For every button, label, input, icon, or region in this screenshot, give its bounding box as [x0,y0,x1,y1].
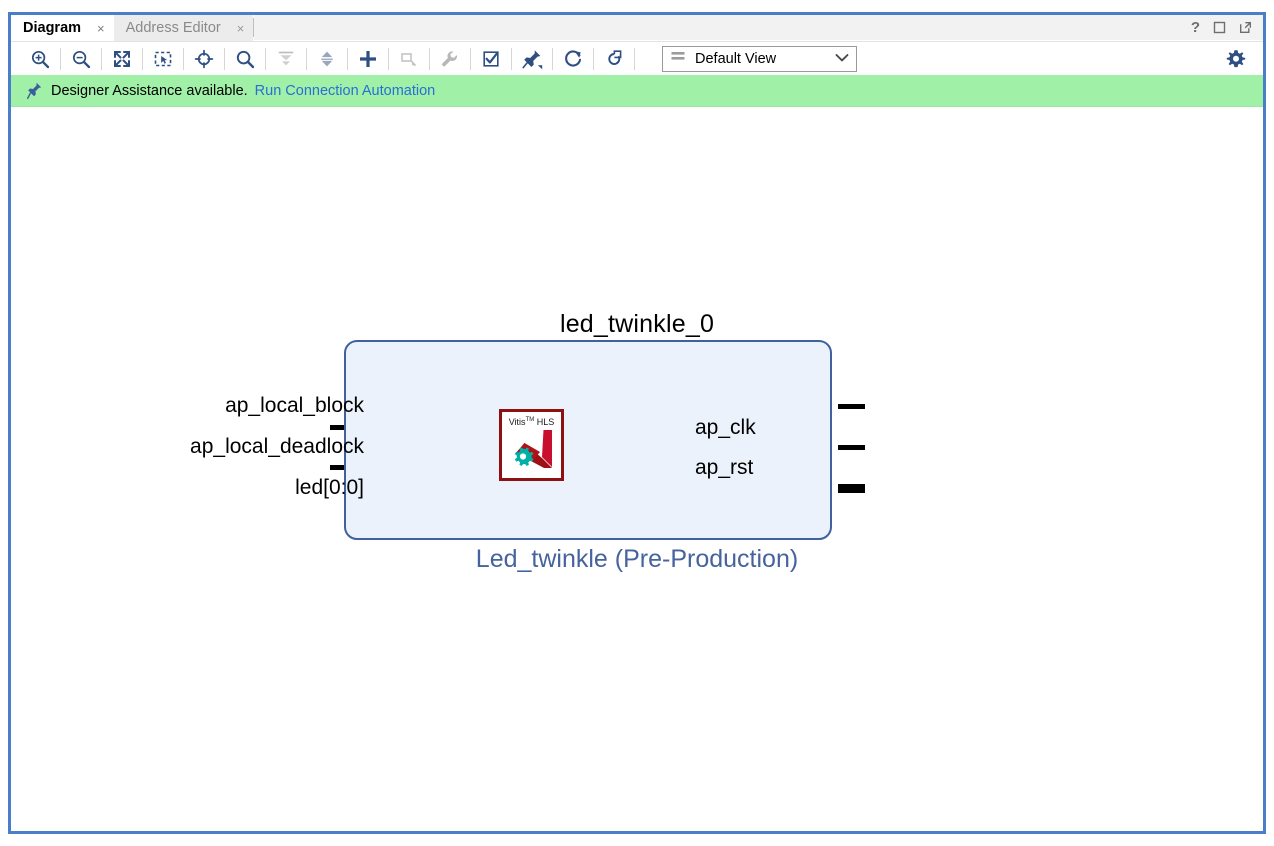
expand-collapse-icon[interactable] [312,45,342,73]
vitis-hls-logo-icon: VitisTM HLS [499,409,564,481]
banner-message: Designer Assistance available. [51,82,248,99]
port-label-ap-local-block: ap_local_block [225,394,364,417]
refresh-icon[interactable] [558,45,588,73]
toolbar-separator [552,47,553,70]
toolbar-separator [60,47,61,70]
toolbar-separator [142,47,143,70]
view-select-label: Default View [695,50,777,67]
diagram-canvas[interactable]: led_twinkle_0 VitisTM HLS ap_clk ap_rst … [11,107,1263,807]
port-label-led: led[0:0] [295,476,364,499]
toolbar-separator [265,47,266,70]
add-module-icon [394,45,424,73]
run-connection-automation-link[interactable]: Run Connection Automation [255,83,436,99]
fit-selection-icon[interactable] [189,45,219,73]
pin-stub-ap-local-deadlock[interactable] [838,445,865,450]
port-label-ap-clk: ap_clk [695,416,756,439]
toolbar-separator [429,47,430,70]
pin-icon[interactable] [517,45,547,73]
wrench-icon [435,45,465,73]
validate-icon[interactable] [476,45,506,73]
vitis-hls-logo-label: VitisTM HLS [508,417,555,427]
gear-icon[interactable] [1221,45,1251,73]
toolbar-separator [183,47,184,70]
toolbar-separator [306,47,307,70]
add-ip-icon[interactable] [353,45,383,73]
toolbar-separator [101,47,102,70]
tab-diagram-label: Diagram [23,20,82,36]
tab-address-editor[interactable]: Address Editor × [113,15,254,41]
designer-assistance-banner: Designer Assistance available. Run Conne… [11,75,1263,107]
block-led-twinkle[interactable]: VitisTM HLS ap_clk ap_rst ap_local_block… [190,340,832,540]
toolbar-separator [593,47,594,70]
diagram-toolbar: Default View [11,41,1263,75]
block-ip-name: Led_twinkle (Pre-Production) [475,545,799,573]
diagram-window: Diagram × Address Editor × ? Default Vie… [8,12,1266,834]
toolbar-separator [388,47,389,70]
tab-address-editor-label: Address Editor [125,20,221,36]
zoom-in-icon[interactable] [25,45,55,73]
toolbar-separator [224,47,225,70]
search-icon[interactable] [230,45,260,73]
zoom-fit-icon[interactable] [107,45,137,73]
tab-bar: Diagram × Address Editor × ? [11,15,1263,41]
port-label-ap-local-deadlock: ap_local_deadlock [190,435,364,458]
toolbar-separator [511,47,512,70]
toolbar-separator [634,47,635,70]
tab-diagram[interactable]: Diagram × [11,15,114,41]
align-vertical-icon [271,45,301,73]
chevron-down-icon[interactable] [834,51,850,67]
block-instance-name: led_twinkle_0 [559,310,715,338]
float-window-icon[interactable] [1239,21,1252,34]
toolbar-separator [347,47,348,70]
pushpin-icon [27,82,42,99]
window-controls: ? [1184,15,1263,40]
pin-stub-led[interactable] [838,484,865,493]
tab-bar-filler [254,15,1185,40]
tab-address-editor-close-icon[interactable]: × [237,22,245,35]
view-select[interactable]: Default View [662,45,857,72]
view-list-icon [671,50,686,67]
maximize-icon[interactable] [1213,21,1226,34]
toolbar-separator [470,47,471,70]
port-label-ap-rst: ap_rst [695,456,754,479]
help-icon[interactable]: ? [1191,19,1200,36]
tab-diagram-close-icon[interactable]: × [97,22,105,35]
timer-icon[interactable] [599,45,629,73]
zoom-area-icon[interactable] [148,45,178,73]
pin-stub-ap-local-block[interactable] [838,404,865,409]
zoom-out-icon[interactable] [66,45,96,73]
